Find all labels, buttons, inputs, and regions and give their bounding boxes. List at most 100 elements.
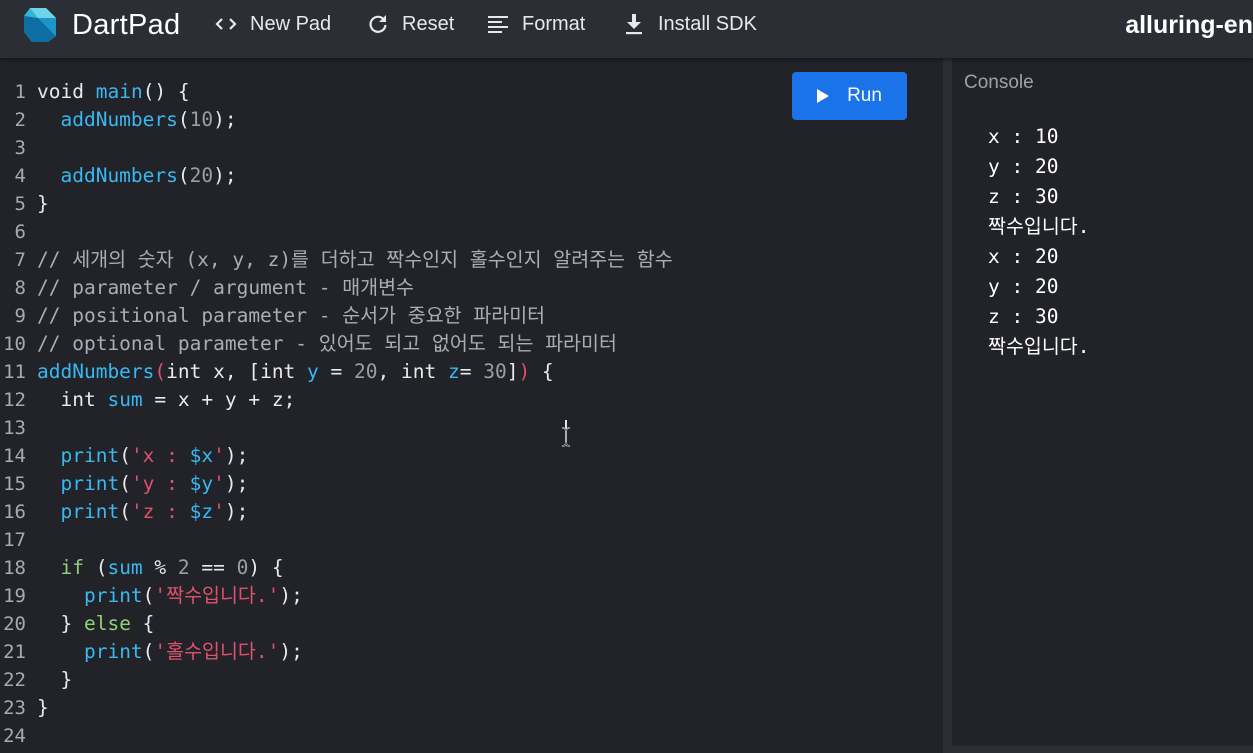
code-token: '홀수입니다.' (154, 640, 280, 663)
code-token: 0 (236, 556, 249, 579)
line-number: 17 (3, 529, 26, 551)
line-number: 20 (3, 613, 26, 635)
code-token: = x + y + z; (142, 388, 296, 411)
code-token: ' (213, 444, 225, 467)
line-number: 10 (3, 333, 26, 355)
line-number: 15 (3, 473, 26, 495)
code-line[interactable]: 13 (0, 414, 943, 442)
code-token: print (60, 500, 120, 523)
code-line[interactable]: 10 // optional parameter - 있어도 되고 없어도 되는 … (0, 330, 943, 358)
code-line[interactable]: 15 print('y : $y'); (0, 470, 943, 498)
line-number: 11 (3, 361, 26, 383)
code-token: void (37, 80, 84, 103)
line-number: 12 (3, 389, 26, 411)
code-token: ); (279, 640, 303, 663)
code-line[interactable]: 17 (0, 526, 943, 554)
code-token: ); (224, 444, 249, 467)
code-token: ( (119, 444, 131, 467)
code-token: } (37, 696, 49, 719)
line-number: 7 (14, 249, 26, 271)
refresh-icon (366, 12, 390, 36)
line-number: 21 (3, 641, 26, 663)
code-token: $y (189, 472, 214, 495)
pad-name: alluring-en (1125, 11, 1253, 39)
line-number: 23 (3, 697, 26, 719)
line-number: 22 (3, 669, 26, 691)
format-button[interactable]: Format (486, 8, 585, 40)
code-token: ); (213, 164, 237, 187)
code-token: z (447, 360, 460, 383)
code-token: ' (213, 500, 225, 523)
code-line[interactable]: 14 print('x : $x'); (0, 442, 943, 470)
code-line[interactable]: 11 addNumbers(int x, [int y = 20, int z= … (0, 358, 943, 386)
line-number: 24 (3, 725, 26, 747)
code-token: ( (119, 500, 131, 523)
code-lines[interactable]: 1 void main() {2 addNumbers(10); 3 4 addNum… (0, 78, 943, 750)
code-token: if (60, 556, 84, 579)
code-line[interactable]: 12 int sum = x + y + z; (0, 386, 943, 414)
code-token: 2 (177, 556, 190, 579)
code-token: 'x : (130, 444, 190, 467)
code-editor[interactable]: 1 void main() {2 addNumbers(10); 3 4 addNum… (0, 58, 943, 753)
code-token: 'z : (130, 500, 190, 523)
code-line[interactable]: 3 (0, 134, 943, 162)
dartpad-app: DartPad New Pad Reset Format Install SDK… (0, 0, 1253, 753)
code-token: ); (224, 472, 249, 495)
console-line: x : 10 (988, 125, 1059, 148)
panel-splitter[interactable] (943, 58, 952, 753)
line-number: 4 (14, 165, 26, 187)
app-title[interactable]: DartPad (72, 6, 181, 44)
code-line[interactable]: 6 (0, 218, 943, 246)
code-line[interactable]: 16 print('z : $z'); (0, 498, 943, 526)
code-token: print (60, 472, 120, 495)
code-token: } (37, 668, 73, 691)
code-token: } (37, 192, 49, 215)
new-pad-button[interactable]: New Pad (214, 8, 331, 40)
code-token: sum (107, 388, 143, 411)
code-token: ) { (248, 556, 284, 579)
code-line[interactable]: 23} (0, 694, 943, 722)
console-line: 짝수입니다. (988, 335, 1090, 358)
code-line[interactable]: 18 if (sum % 2 == 0) { (0, 554, 943, 582)
line-number: 8 (14, 277, 26, 299)
reset-button[interactable]: Reset (366, 8, 454, 40)
code-token: print (83, 640, 143, 663)
code-token: ' (213, 472, 225, 495)
code-token: '짝수입니다.' (154, 584, 280, 607)
code-line[interactable]: 7 // 세개의 숫자 (x, y, z)를 더하고 짝수인지 홀수인지 알려주는… (0, 246, 943, 274)
code-line[interactable]: 19 print('짝수입니다.'); (0, 582, 943, 610)
format-label: Format (522, 12, 586, 35)
run-button[interactable]: Run (792, 72, 907, 120)
code-line[interactable]: 24 (0, 722, 943, 750)
code-token: print (83, 584, 143, 607)
install-sdk-button[interactable]: Install SDK (622, 8, 757, 40)
code-line[interactable]: 21 print('홀수입니다.'); (0, 638, 943, 666)
code-token: $x (189, 444, 214, 467)
code-token: 'y : (130, 472, 190, 495)
format-lines-icon (486, 12, 510, 36)
line-number: 9 (14, 305, 26, 327)
code-token: sum (107, 556, 143, 579)
console-line: y : 20 (988, 275, 1059, 298)
dart-logo-icon[interactable] (22, 6, 58, 44)
code-token: ( (154, 360, 167, 383)
code-line[interactable]: 20 } else { (0, 610, 943, 638)
code-token: ( (177, 164, 190, 187)
code-line[interactable]: 8 // parameter / argument - 매개변수 (0, 274, 943, 302)
line-number: 19 (3, 585, 26, 607)
code-token: , int (377, 360, 448, 383)
code-token: addNumbers (60, 108, 178, 131)
code-token: ( (177, 108, 190, 131)
code-token: int x, [int (166, 360, 308, 383)
code-line[interactable]: 22 } (0, 666, 943, 694)
code-line[interactable]: 9 // positional parameter - 순서가 중요한 파라미터 (0, 302, 943, 330)
code-token: = (459, 360, 484, 383)
line-number: 6 (14, 221, 26, 243)
code-line[interactable]: 4 addNumbers(20); (0, 162, 943, 190)
code-token: { (530, 360, 554, 383)
code-line[interactable]: 5} (0, 190, 943, 218)
